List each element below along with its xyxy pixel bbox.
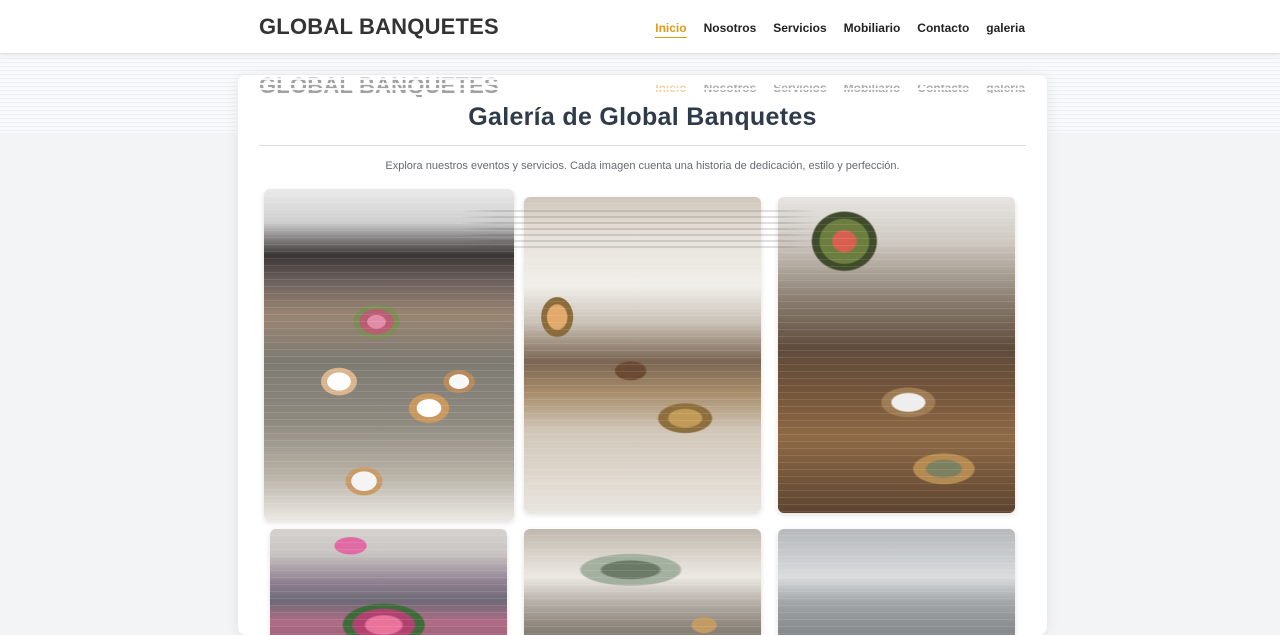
nav-item-galeria: galeria [986, 19, 1025, 37]
nav-item-nosotros: Nosotros [704, 19, 757, 37]
gallery-photo-4[interactable] [270, 529, 507, 635]
nav-link-mobiliario[interactable]: Mobiliario [844, 21, 901, 37]
nav-link-inicio[interactable]: Inicio [655, 21, 687, 38]
nav-item-servicios: Servicios [773, 19, 826, 37]
tent-setup-photo [778, 529, 1015, 635]
chandelier-hall-photo [524, 529, 761, 635]
banquet-table-photo [264, 189, 514, 521]
nav-link-servicios[interactable]: Servicios [773, 21, 826, 37]
title-divider [259, 145, 1026, 146]
brand-logo-text[interactable]: GLOBAL BANQUETES [259, 14, 499, 40]
nav-link-nosotros[interactable]: Nosotros [704, 21, 757, 37]
nav-item-inicio: Inicio [655, 19, 687, 38]
gallery-photo-1[interactable] [264, 189, 514, 521]
banquet-hall-photo [524, 197, 761, 513]
nav-item-mobiliario: Mobiliario [844, 19, 901, 37]
site-header: GLOBAL BANQUETES Inicio Nosotros Servici… [0, 0, 1280, 54]
nav-link-contacto[interactable]: Contacto [917, 21, 969, 37]
gallery-photo-5[interactable] [524, 529, 761, 635]
gallery-card: GLOBAL BANQUETES Inicio Nosotros Servici… [238, 75, 1047, 635]
nav-link-galeria[interactable]: galeria [986, 21, 1025, 37]
nav-item-contacto: Contacto [917, 19, 969, 37]
floral-table-photo [778, 197, 1015, 513]
gallery-photo-2[interactable] [524, 197, 761, 513]
gallery-photo-6[interactable] [778, 529, 1015, 635]
page-title: Galería de Global Banquetes [468, 103, 817, 131]
ghost-stripes [238, 75, 1047, 97]
ghost-header: GLOBAL BANQUETES Inicio Nosotros Servici… [238, 75, 1047, 97]
page-subtitle: Explora nuestros eventos y servicios. Ca… [385, 160, 900, 172]
main-nav: Inicio Nosotros Servicios Mobiliario Con… [655, 19, 1025, 38]
event-guests-photo [270, 529, 507, 635]
gallery-photo-3[interactable] [778, 197, 1015, 513]
